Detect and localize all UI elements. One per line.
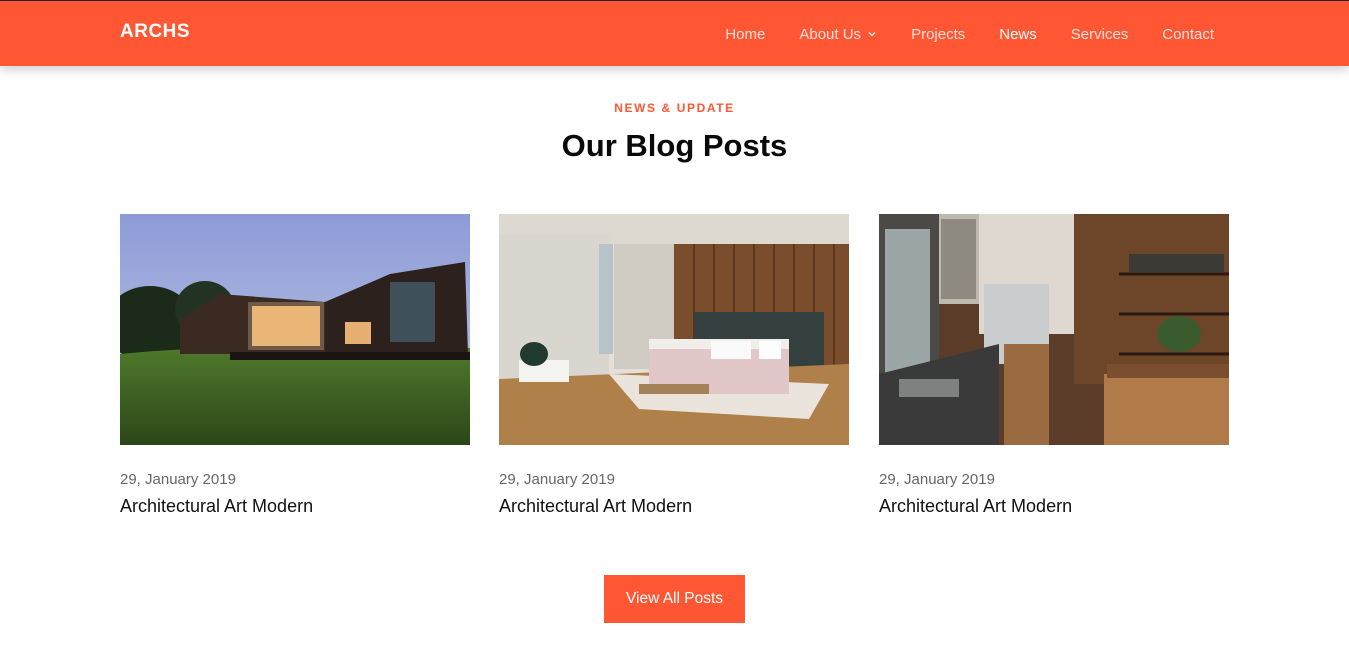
nav-about-us[interactable]: About Us	[799, 26, 877, 43]
nav-services[interactable]: Services	[1071, 26, 1129, 43]
blog-card: 29, January 2019 Architectural Art Moder…	[499, 214, 849, 517]
nav-news-label: News	[999, 25, 1037, 43]
nav-projects-label: Projects	[911, 25, 966, 43]
nav-services-label: Services	[1070, 25, 1129, 43]
nav-home[interactable]: Home	[725, 26, 765, 43]
nav-projects[interactable]: Projects	[911, 26, 965, 43]
nav-home-label: Home	[725, 25, 766, 43]
blog-card: 29, January 2019 Architectural Art Moder…	[879, 214, 1229, 517]
nav-contact-label: Contact	[1162, 25, 1214, 43]
post-image-house[interactable]	[120, 214, 470, 445]
post-title[interactable]: Architectural Art Modern	[499, 496, 849, 517]
nav-contact[interactable]: Contact	[1162, 26, 1214, 43]
post-title[interactable]: Architectural Art Modern	[879, 496, 1229, 517]
nav-news[interactable]: News	[999, 26, 1037, 43]
section-title: Our Blog Posts	[561, 128, 788, 163]
site-header: ARCHS Home About Us Projects News Servic…	[0, 0, 1349, 66]
main-nav: Home About Us Projects News Services Con…	[691, 1, 1214, 67]
chevron-down-icon	[867, 29, 877, 39]
post-date: 29, January 2019	[120, 471, 236, 488]
post-image-kitchen[interactable]	[879, 214, 1229, 445]
post-image-bedroom[interactable]	[499, 214, 849, 445]
post-title[interactable]: Architectural Art Modern	[120, 496, 470, 517]
post-date: 29, January 2019	[499, 471, 615, 488]
section-eyebrow: NEWS & UPDATE	[614, 101, 735, 115]
post-date: 29, January 2019	[879, 471, 995, 488]
nav-about-us-label: About Us	[799, 25, 862, 43]
blog-card: 29, January 2019 Architectural Art Moder…	[120, 214, 470, 517]
brand-logo[interactable]: ARCHS	[120, 21, 190, 43]
view-all-posts-button[interactable]: View All Posts	[604, 575, 745, 623]
